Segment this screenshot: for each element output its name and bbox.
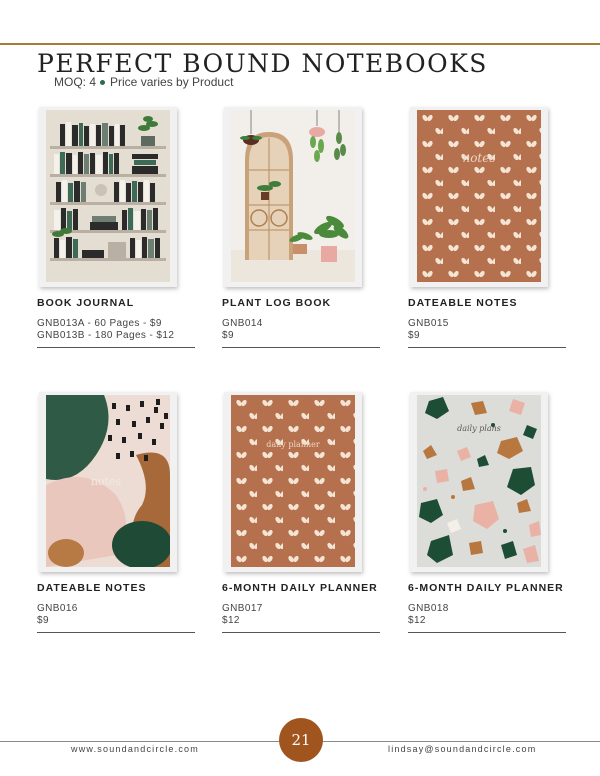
product-divider [37,632,195,633]
product-sku-line: GNB013A - 60 Pages - $9 [37,318,162,329]
product-divider [222,632,380,633]
product-price-line: GNB013B - 180 Pages - $12 [37,330,175,341]
product-price-line: $9 [408,330,420,341]
bookshelf-illustration [46,110,170,282]
product-price-line: $9 [222,330,234,341]
terrazzo-pattern: daily plans [417,395,541,567]
cover-label: notes [91,475,122,488]
product-divider [408,347,566,348]
abstract-green-pink-brush: notes [46,395,170,567]
product-divider [222,347,380,348]
product-sku-line: GNB014 [222,318,263,329]
bullet-dot-icon [100,79,106,85]
product-sku-line: GNB018 [408,603,449,614]
product-price-line: $12 [222,615,240,626]
cover-label: daily planner [266,440,320,449]
moq-text: MOQ: 4 [54,75,97,89]
plants-and-cabinet-illustration [231,110,355,282]
product-name: PLANT LOG BOOK [222,297,332,309]
cover-label: daily plans [457,424,501,433]
product-details: GNB014 $9 [222,318,263,342]
product-price-line: $9 [37,615,49,626]
plant-log-book-cover[interactable] [224,107,364,289]
dateable-notes-cover[interactable]: notes [39,392,179,574]
dateable-notes-cover[interactable]: notes [410,107,550,289]
product-details: GNB015 $9 [408,318,449,342]
product-details: GNB013A - 60 Pages - $9 GNB013B - 180 Pag… [37,318,174,342]
product-name: 6-MONTH DAILY PLANNER [408,582,564,594]
product-sku-line: GNB016 [37,603,78,614]
product-name: DATEABLE NOTES [408,297,518,309]
page-number-badge: 21 [279,718,323,762]
terracotta-leaf-pattern: notes [417,110,541,282]
product-divider [37,347,195,348]
terracotta-leaf-pattern: daily planner [231,395,355,567]
product-name: BOOK JOURNAL [37,297,135,309]
cover-label: notes [462,151,495,165]
product-sku-line: GNB015 [408,318,449,329]
product-name: 6-MONTH DAILY PLANNER [222,582,378,594]
email-link[interactable]: lindsay@soundandcircle.com [388,744,536,754]
price-note: Price varies by Product [110,75,234,89]
page-title: PERFECT BOUND NOTEBOOKS [37,49,488,78]
product-divider [408,632,566,633]
product-sku-line: GNB017 [222,603,263,614]
product-details: GNB016 $9 [37,603,78,627]
product-details: GNB018 $12 [408,603,449,627]
top-divider [0,43,600,45]
product-details: GNB017 $12 [222,603,263,627]
product-name: DATEABLE NOTES [37,582,147,594]
website-link[interactable]: www.soundandcircle.com [71,744,199,754]
daily-planner-cover[interactable]: daily planner [224,392,364,574]
page-subtitle: MOQ: 4 Price varies by Product [54,75,233,89]
daily-planner-cover[interactable]: daily plans [410,392,550,574]
book-journal-cover[interactable] [39,107,179,289]
product-price-line: $12 [408,615,426,626]
